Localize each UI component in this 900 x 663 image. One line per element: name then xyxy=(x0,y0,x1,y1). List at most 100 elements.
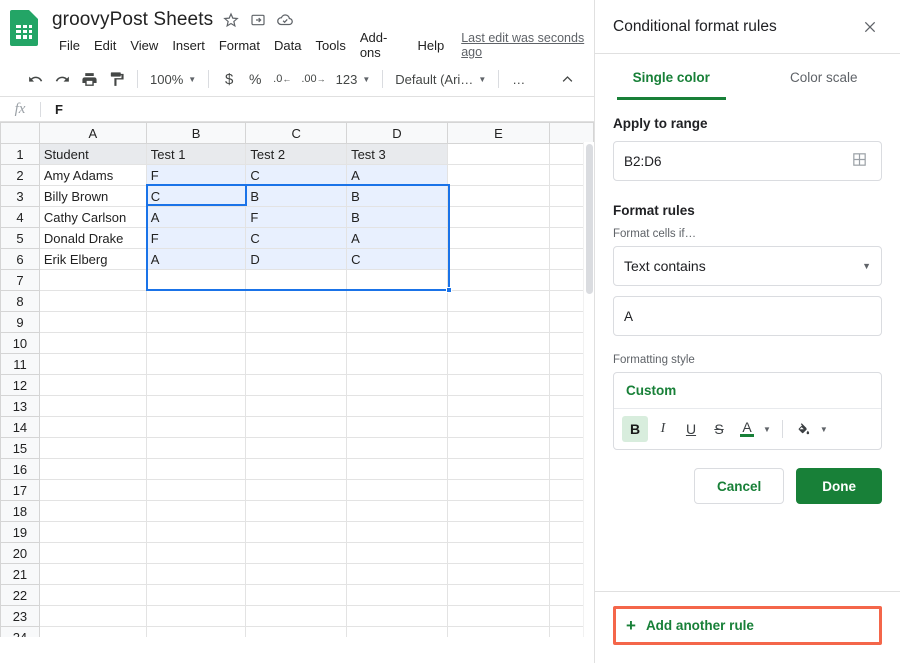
cell-c5[interactable]: C xyxy=(245,227,348,249)
row-header-22[interactable]: 22 xyxy=(0,584,40,606)
cell-a10[interactable] xyxy=(38,332,147,354)
cell-c19[interactable] xyxy=(245,521,348,543)
cell-c6[interactable]: D xyxy=(245,248,348,270)
cell-b11[interactable] xyxy=(145,353,247,375)
row-header-7[interactable]: 7 xyxy=(0,269,40,291)
function-icon[interactable]: fx xyxy=(0,101,40,118)
cell-a13[interactable] xyxy=(38,395,147,417)
cell-a16[interactable] xyxy=(38,458,147,480)
cell-b13[interactable] xyxy=(145,395,247,417)
menu-file[interactable]: File xyxy=(52,36,87,55)
cell-d2[interactable]: A xyxy=(346,164,448,186)
undo-icon[interactable] xyxy=(22,66,49,92)
cell-b15[interactable] xyxy=(145,437,247,459)
close-icon[interactable] xyxy=(858,15,882,39)
menu-format[interactable]: Format xyxy=(212,36,267,55)
row-header-2[interactable]: 2 xyxy=(0,164,40,186)
cell-e16[interactable] xyxy=(446,458,551,480)
cell-a8[interactable] xyxy=(38,290,147,312)
cell-b16[interactable] xyxy=(145,458,247,480)
add-another-rule-button[interactable]: + Add another rule xyxy=(613,606,882,645)
cell-c16[interactable] xyxy=(245,458,348,480)
cell-c20[interactable] xyxy=(245,542,348,564)
column-header-a[interactable]: A xyxy=(38,122,147,144)
cell-e1[interactable] xyxy=(446,143,551,165)
cell-e5[interactable] xyxy=(446,227,551,249)
cell-e18[interactable] xyxy=(446,500,551,522)
row-header-24[interactable]: 24 xyxy=(0,626,40,637)
cell-a21[interactable] xyxy=(38,563,147,585)
menu-addons[interactable]: Add-ons xyxy=(353,28,411,62)
column-header-f[interactable] xyxy=(549,122,594,144)
row-header-9[interactable]: 9 xyxy=(0,311,40,333)
row-header-6[interactable]: 6 xyxy=(0,248,40,270)
cell-d1[interactable]: Test 3 xyxy=(346,143,448,165)
tab-color-scale[interactable]: Color scale xyxy=(748,54,900,100)
vertical-scrollbar-thumb[interactable] xyxy=(586,144,593,294)
row-header-10[interactable]: 10 xyxy=(0,332,40,354)
menu-insert[interactable]: Insert xyxy=(165,36,212,55)
cell-e22[interactable] xyxy=(446,584,551,606)
italic-button[interactable]: I xyxy=(650,416,676,442)
strikethrough-button[interactable]: S xyxy=(706,416,732,442)
row-header-8[interactable]: 8 xyxy=(0,290,40,312)
cell-c14[interactable] xyxy=(245,416,348,438)
cell-a14[interactable] xyxy=(38,416,147,438)
row-header-4[interactable]: 4 xyxy=(0,206,40,228)
move-to-folder-icon[interactable] xyxy=(249,11,267,29)
cell-d3[interactable]: B xyxy=(346,185,448,207)
bold-button[interactable]: B xyxy=(622,416,648,442)
last-edit-status[interactable]: Last edit was seconds ago xyxy=(461,31,594,59)
cell-d5[interactable]: A xyxy=(346,227,448,249)
cell-c12[interactable] xyxy=(245,374,348,396)
cell-c23[interactable] xyxy=(245,605,348,627)
cell-b1[interactable]: Test 1 xyxy=(145,143,247,165)
cell-c13[interactable] xyxy=(245,395,348,417)
fill-color-icon[interactable] xyxy=(791,416,817,442)
select-all-corner[interactable] xyxy=(0,122,40,144)
cell-a4[interactable]: Cathy Carlson xyxy=(38,206,147,228)
cell-c8[interactable] xyxy=(245,290,348,312)
cell-a1[interactable]: Student xyxy=(38,143,147,165)
row-header-5[interactable]: 5 xyxy=(0,227,40,249)
collapse-toolbar-icon[interactable] xyxy=(554,66,580,92)
cell-a2[interactable]: Amy Adams xyxy=(38,164,147,186)
cell-b5[interactable]: F xyxy=(145,227,247,249)
cell-d8[interactable] xyxy=(346,290,448,312)
menu-data[interactable]: Data xyxy=(267,36,308,55)
cell-d6[interactable]: C xyxy=(346,248,448,270)
condition-text-input[interactable]: A xyxy=(613,296,882,336)
paint-format-icon[interactable] xyxy=(103,66,130,92)
cell-a20[interactable] xyxy=(38,542,147,564)
cell-c15[interactable] xyxy=(245,437,348,459)
cell-a23[interactable] xyxy=(38,605,147,627)
cell-e24[interactable] xyxy=(446,626,551,637)
cell-e20[interactable] xyxy=(446,542,551,564)
cell-d19[interactable] xyxy=(346,521,448,543)
font-selector[interactable]: Default (Ari… ▼ xyxy=(390,66,491,92)
percent-button[interactable]: % xyxy=(242,66,268,92)
cell-e17[interactable] xyxy=(446,479,551,501)
column-header-d[interactable]: D xyxy=(346,122,448,144)
cell-c24[interactable] xyxy=(245,626,348,637)
cell-b3[interactable]: C xyxy=(145,185,247,207)
condition-select[interactable]: Text contains ▼ xyxy=(613,246,882,286)
cell-c3[interactable]: B xyxy=(245,185,348,207)
cell-b14[interactable] xyxy=(145,416,247,438)
more-options-button[interactable]: … xyxy=(506,66,532,92)
cell-d23[interactable] xyxy=(346,605,448,627)
cell-b9[interactable] xyxy=(145,311,247,333)
row-header-16[interactable]: 16 xyxy=(0,458,40,480)
zoom-selector[interactable]: 100% ▼ xyxy=(145,66,201,92)
cancel-button[interactable]: Cancel xyxy=(693,468,785,504)
cell-c11[interactable] xyxy=(245,353,348,375)
row-header-18[interactable]: 18 xyxy=(0,500,40,522)
cell-a17[interactable] xyxy=(38,479,147,501)
cell-b24[interactable] xyxy=(145,626,247,637)
cell-d21[interactable] xyxy=(346,563,448,585)
cell-e6[interactable] xyxy=(446,248,551,270)
cell-a22[interactable] xyxy=(38,584,147,606)
cell-d10[interactable] xyxy=(346,332,448,354)
redo-icon[interactable] xyxy=(49,66,76,92)
cell-a3[interactable]: Billy Brown xyxy=(38,185,147,207)
